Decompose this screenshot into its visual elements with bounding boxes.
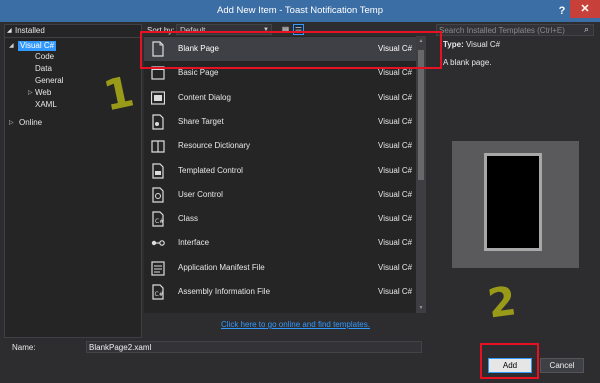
annotation-two: 2 bbox=[484, 278, 519, 328]
item-language: Visual C# bbox=[378, 189, 413, 199]
type-label: Type: bbox=[443, 40, 464, 49]
item-language: Visual C# bbox=[378, 238, 413, 248]
vertical-scrollbar[interactable]: ▲ ▼ bbox=[416, 36, 426, 313]
template-description: A blank page. bbox=[443, 58, 492, 67]
tree-item-visual-csharp[interactable]: Visual C# bbox=[18, 41, 57, 51]
search-icon[interactable]: ⌕ bbox=[584, 24, 589, 35]
item-language: Visual C# bbox=[378, 287, 413, 296]
online-templates-link[interactable]: Click here to go online and find templat… bbox=[221, 320, 370, 329]
tree-item-online[interactable]: Online bbox=[19, 118, 42, 128]
highlight-box bbox=[480, 343, 539, 379]
tree-item-xaml[interactable]: XAML bbox=[35, 100, 57, 110]
item-language: Visual C# bbox=[378, 262, 413, 272]
list-item[interactable]: Interface Visual C# bbox=[144, 231, 416, 255]
list-item[interactable]: User Control Visual C# bbox=[144, 183, 416, 207]
class-icon: C# bbox=[152, 211, 164, 227]
list-item[interactable]: C# Assembly Information File Visual C# bbox=[144, 280, 416, 304]
template-preview bbox=[452, 141, 579, 268]
item-language: Visual C# bbox=[378, 92, 413, 102]
item-language: Visual C# bbox=[378, 165, 413, 175]
share-target-icon bbox=[152, 114, 164, 130]
expand-arrow-icon[interactable]: ▷ bbox=[9, 119, 14, 126]
tree-item-general[interactable]: General bbox=[35, 76, 63, 86]
svg-text:C#: C# bbox=[155, 291, 164, 298]
content-dialog-icon bbox=[151, 90, 165, 105]
item-name: Templated Control bbox=[178, 165, 243, 175]
installed-header[interactable]: ◢ Installed bbox=[5, 25, 141, 38]
scroll-thumb[interactable] bbox=[418, 50, 424, 180]
list-item[interactable]: Templated Control Visual C# bbox=[144, 159, 416, 183]
tree-item-code[interactable]: Code bbox=[35, 52, 54, 62]
item-name: User Control bbox=[178, 189, 223, 199]
item-name: Resource Dictionary bbox=[178, 141, 251, 151]
device-screen bbox=[487, 156, 539, 248]
item-name: Basic Page bbox=[178, 68, 219, 78]
name-label: Name: bbox=[12, 343, 36, 352]
list-item[interactable]: C# Class Visual C# bbox=[144, 207, 416, 231]
item-language: Visual C# bbox=[378, 68, 413, 78]
item-name: Class bbox=[178, 214, 199, 224]
type-value: Visual C# bbox=[465, 40, 501, 49]
window-title: Add New Item - Toast Notification Temp bbox=[217, 5, 383, 16]
list-item[interactable]: Content Dialog Visual C# bbox=[144, 86, 416, 110]
dialog-body: ◢ Installed ◢ Visual C# Code Data Genera… bbox=[0, 22, 600, 383]
close-button[interactable]: ✕ bbox=[570, 0, 600, 18]
item-language: Visual C# bbox=[378, 116, 413, 126]
device-frame bbox=[484, 153, 542, 251]
list-item[interactable]: Resource Dictionary Visual C# bbox=[144, 134, 416, 158]
help-button[interactable]: ? bbox=[555, 4, 569, 18]
item-name: Interface bbox=[178, 238, 210, 248]
expand-arrow-icon[interactable]: ▷ bbox=[28, 89, 33, 96]
highlight-box bbox=[140, 31, 442, 69]
item-language: Visual C# bbox=[378, 141, 413, 151]
type-info: Type: Visual C# bbox=[443, 40, 500, 49]
item-language: Visual C# bbox=[378, 214, 413, 224]
resource-dictionary-icon bbox=[151, 140, 165, 153]
item-name: Share Target bbox=[178, 116, 224, 126]
list-item[interactable]: Application Manifest File Visual C# bbox=[144, 256, 416, 280]
item-name: Application Manifest File bbox=[178, 262, 265, 272]
templated-control-icon bbox=[152, 162, 164, 179]
tree-item-web[interactable]: Web bbox=[35, 88, 51, 98]
user-control-icon bbox=[152, 187, 164, 203]
item-name: Content Dialog bbox=[178, 92, 231, 102]
cancel-button[interactable]: Cancel bbox=[540, 358, 584, 373]
manifest-icon bbox=[151, 261, 165, 276]
item-name: Assembly Information File bbox=[178, 287, 271, 296]
expand-arrow-icon[interactable]: ◢ bbox=[9, 42, 14, 49]
name-field[interactable]: BlankPage2.xaml bbox=[86, 341, 422, 353]
search-placeholder: Search Installed Templates (Ctrl+E) bbox=[439, 26, 565, 35]
tree-item-data[interactable]: Data bbox=[35, 64, 52, 74]
installed-label: Installed bbox=[15, 26, 45, 35]
list-item[interactable]: Share Target Visual C# bbox=[144, 110, 416, 134]
template-list: Blank Page Visual C# Basic Page Visual C… bbox=[144, 36, 426, 313]
svg-text:C#: C# bbox=[155, 218, 164, 225]
title-bar: Add New Item - Toast Notification Temp ?… bbox=[0, 0, 600, 22]
interface-icon bbox=[151, 240, 165, 247]
collapse-arrow-icon[interactable]: ◢ bbox=[7, 25, 12, 37]
search-input[interactable]: Search Installed Templates (Ctrl+E) ⌕ bbox=[436, 24, 594, 36]
assembly-info-icon: C# bbox=[152, 284, 164, 300]
scroll-down-icon[interactable]: ▼ bbox=[416, 303, 426, 313]
